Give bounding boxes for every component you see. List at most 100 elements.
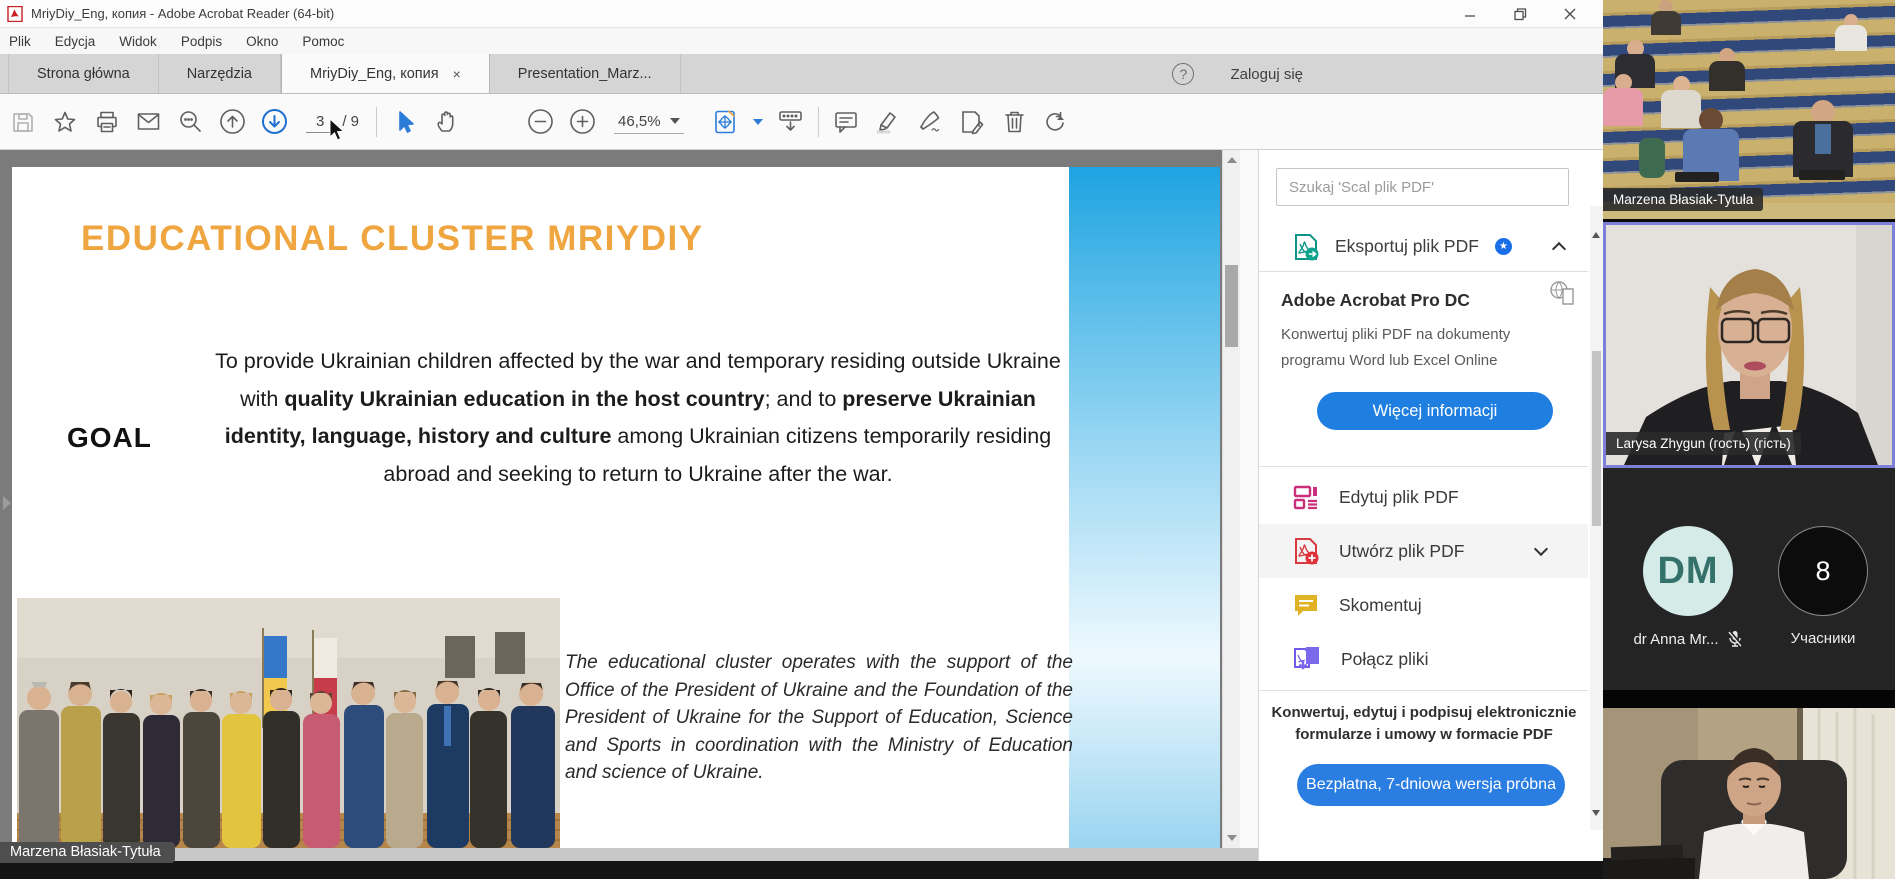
tool-edit-pdf[interactable]: Edytuj plik PDF [1259, 470, 1588, 524]
chevron-down-icon[interactable] [1534, 542, 1548, 556]
menu-okno[interactable]: Okno [246, 34, 278, 49]
tool-comment[interactable]: Skomentuj [1259, 578, 1588, 632]
pdf-scrollbar[interactable] [1222, 150, 1240, 848]
participants-tile[interactable]: DM 8 dr Anna Mr... Учасники [1603, 468, 1895, 690]
video-tile-active-speaker[interactable]: Larysa Zhygun (гость) (гість) [1603, 222, 1895, 468]
chevron-up-icon[interactable] [1552, 241, 1566, 255]
man-portrait [1603, 708, 1895, 879]
highlighter-icon[interactable] [874, 107, 903, 136]
next-page-icon[interactable] [260, 107, 289, 136]
premium-star-icon: ★ [1495, 238, 1512, 255]
menu-podpis[interactable]: Podpis [181, 34, 222, 49]
scroll-thumb[interactable] [1592, 351, 1601, 526]
tab-close-icon[interactable]: × [453, 66, 461, 82]
scroll-down-icon[interactable] [1227, 835, 1237, 841]
previous-page-icon[interactable] [218, 107, 247, 136]
rotate-refresh-icon[interactable] [1042, 107, 1071, 136]
menu-bar: Plik Edycja Widok Podpis Okno Pomoc [0, 28, 1603, 54]
divider [1259, 690, 1588, 691]
close-button[interactable] [1545, 0, 1595, 28]
goal-label: GOAL [67, 422, 152, 454]
zoom-in-icon[interactable] [568, 107, 597, 136]
free-trial-button[interactable]: Bezpłatna, 7-dniowa wersja próbna [1297, 764, 1565, 806]
video-tile-man[interactable] [1603, 690, 1895, 879]
acrobat-app-icon [7, 6, 23, 22]
restore-button[interactable] [1495, 0, 1545, 28]
tools-search-input[interactable] [1276, 168, 1569, 206]
zoom-out-icon[interactable] [526, 107, 555, 136]
screen-share-presenter-label: Marzena Błasiak-Tytuła [0, 842, 175, 863]
laptop [1799, 170, 1845, 180]
fit-page-chevron-icon[interactable] [753, 119, 763, 125]
sign-pen-icon[interactable] [916, 107, 945, 136]
toolbar-mode-icon[interactable] [776, 107, 805, 136]
horizontal-scroll-strip[interactable] [0, 848, 1258, 861]
tool-create-pdf[interactable]: Utwórz plik PDF [1259, 524, 1588, 578]
tab-tools[interactable]: Narzędzia [159, 54, 281, 93]
stamp-edit-icon[interactable] [958, 107, 987, 136]
promo-description: Konwertuj pliki PDF na dokumenty program… [1281, 322, 1541, 374]
scroll-up-icon[interactable] [1227, 157, 1237, 163]
sidebar-footer-text: Konwertuj, edytuj i podpisuj elektronicz… [1269, 702, 1579, 746]
help-icon[interactable]: ? [1172, 63, 1194, 85]
export-pdf-row[interactable]: Eksportuj plik PDF ★ [1259, 222, 1588, 272]
zoom-level-dropdown[interactable]: 46,5% [614, 110, 684, 134]
mouse-cursor [329, 118, 346, 142]
select-tool-icon[interactable] [390, 107, 419, 136]
scroll-up-icon[interactable] [1592, 232, 1600, 238]
sign-in-link[interactable]: Zaloguj się [1230, 66, 1303, 83]
slide-title: EDUCATIONAL CLUSTER MRIYDIY [81, 219, 704, 259]
poland-flag [313, 630, 337, 728]
export-pdf-icon [1293, 233, 1319, 261]
save-icon[interactable] [8, 107, 37, 136]
divider [1259, 466, 1588, 467]
zoom-level-value: 46,5% [618, 113, 661, 130]
menu-edycja[interactable]: Edycja [55, 34, 96, 49]
participant-name-tag: Marzena Błasiak-Tytuła [1603, 188, 1763, 211]
green-bag [1639, 138, 1665, 178]
tools-sidebar: Eksportuj plik PDF ★ Adobe Acrobat Pro D… [1258, 150, 1603, 861]
panel-gutter [1240, 150, 1258, 848]
menu-pomoc[interactable]: Pomoc [302, 34, 344, 49]
previous-view-chevron-icon[interactable] [3, 496, 11, 510]
more-info-button[interactable]: Więcej informacji [1317, 392, 1553, 430]
microphone-muted-icon [1727, 630, 1743, 648]
email-icon[interactable] [134, 107, 163, 136]
title-bar: MriyDiy_Eng, копия - Adobe Acrobat Reade… [0, 0, 1603, 28]
tool-combine-files[interactable]: Połącz pliki [1259, 632, 1588, 686]
main-toolbar: 3 / 9 46,5% [0, 94, 1603, 150]
fit-page-icon[interactable] [711, 107, 740, 136]
edit-pdf-icon [1293, 484, 1319, 510]
scroll-down-icon[interactable] [1592, 810, 1600, 816]
tab-home[interactable]: Strona główna [8, 54, 159, 93]
sidebar-scrollbar[interactable] [1590, 206, 1603, 830]
support-paragraph: The educational cluster operates with th… [565, 649, 1073, 787]
star-icon[interactable] [50, 107, 79, 136]
participant-name-tag: Larysa Zhygun (гость) (гість) [1606, 432, 1801, 455]
comment-icon[interactable] [832, 107, 861, 136]
laptop [1675, 172, 1719, 182]
promo-title: Adobe Acrobat Pro DC [1281, 290, 1470, 311]
video-tile-hall[interactable]: Marzena Błasiak-Tytuła [1603, 0, 1895, 219]
scroll-thumb[interactable] [1225, 265, 1238, 347]
tab-document-active[interactable]: MriyDiy_Eng, копия × [281, 54, 490, 93]
comment-tool-icon [1293, 592, 1319, 618]
toolbar-separator [818, 107, 819, 137]
participant-name: dr Anna Mr... [1633, 631, 1718, 648]
search-icon[interactable] [176, 107, 205, 136]
print-icon[interactable] [92, 107, 121, 136]
chevron-down-icon [670, 118, 680, 124]
menu-plik[interactable]: Plik [9, 34, 31, 49]
tool-label: Edytuj plik PDF [1339, 487, 1459, 508]
menu-widok[interactable]: Widok [119, 34, 157, 49]
participants-count-badge: 8 [1778, 526, 1868, 616]
toolbar-separator [376, 107, 377, 137]
pdf-page[interactable]: EDUCATIONAL CLUSTER MRIYDIY GOAL To prov… [12, 167, 1220, 848]
hand-tool-icon[interactable] [432, 107, 461, 136]
delete-page-icon[interactable] [1000, 107, 1029, 136]
document-globe-icon [1549, 280, 1577, 306]
tool-label: Utwórz plik PDF [1339, 541, 1464, 562]
goal-paragraph: To provide Ukrainian children affected b… [208, 343, 1068, 493]
minimize-button[interactable] [1445, 0, 1495, 28]
tab-document-other[interactable]: Presentation_Marz... [490, 54, 681, 93]
